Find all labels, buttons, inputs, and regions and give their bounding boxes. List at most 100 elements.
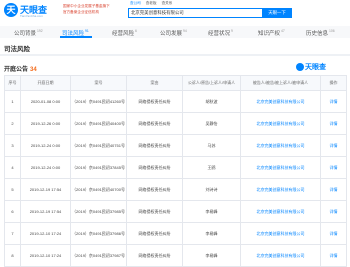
table-row: 6 2019-12-19 17:54 （2019）京0491民初37985号 网…: [4, 200, 347, 223]
table-row: 8 2019-12-10 17:24 （2019）京0491民初37987号 网…: [4, 244, 347, 267]
row-index: 1: [4, 90, 21, 113]
row-date: 2019-12-19 17:54: [20, 200, 71, 223]
row-plaintiff: 李易峰: [182, 222, 241, 245]
fund-badge-line2: 官方备案企业征信机构: [63, 10, 99, 14]
row-detail-link[interactable]: 详情: [320, 244, 347, 267]
row-index: 5: [4, 178, 21, 201]
row-case-no: （2019）京0491民初37987号: [70, 244, 127, 267]
search-tab-boss[interactable]: 查老板: [146, 1, 157, 5]
row-index: 7: [4, 222, 21, 245]
search-tab-relation[interactable]: 查关系: [162, 1, 173, 5]
row-plaintiff: 吴静怡: [182, 112, 241, 135]
row-cause: 网络侵权责任纠纷: [126, 90, 183, 113]
tab-business-status[interactable]: 经营状况9: [208, 29, 233, 37]
table-row: 4 2019-12-24 0:00 （2019）京0491民初37845号 网络…: [4, 156, 347, 179]
tab-label: 历史信息: [306, 31, 329, 37]
search-input[interactable]: 北京完美创意科技有限公司: [128, 8, 262, 18]
tab-label: 经营风险: [112, 31, 135, 37]
row-cause: 网络侵权责任纠纷: [126, 244, 183, 267]
tab-label: 公司背景: [14, 31, 37, 37]
watermark-logo-icon: [296, 63, 304, 72]
col-header-cause: 案由: [126, 75, 183, 91]
row-defendant-link[interactable]: 北京完美创意科技有限公司: [240, 200, 321, 223]
row-defendant-link[interactable]: 北京完美创意科技有限公司: [240, 156, 321, 179]
row-plaintiff: 王鸥: [182, 156, 241, 179]
row-cause: 网络侵权责任纠纷: [126, 222, 183, 245]
row-date: 2019-12-19 17:54: [20, 178, 71, 201]
row-detail-link[interactable]: 详情: [320, 90, 347, 113]
row-detail-link[interactable]: 详情: [320, 178, 347, 201]
search-type-tabs: 查公司 查老板 查关系: [130, 1, 176, 6]
row-date: 2019-12-24 0:00: [20, 134, 71, 157]
row-detail-link[interactable]: 详情: [320, 222, 347, 245]
row-detail-link[interactable]: 详情: [320, 112, 347, 135]
search-button[interactable]: 天眼一下: [262, 8, 292, 18]
tab-operating-risk[interactable]: 经营风险6: [112, 29, 137, 37]
fund-badge-line1: 国家中小企业发展子基金旗下: [63, 4, 110, 8]
row-defendant-link[interactable]: 北京完美创意科技有限公司: [240, 134, 321, 157]
row-date: 2019-12-10 17:24: [20, 244, 71, 267]
court-notice-table: 序号 开庭日期 案号 案由 公诉人/原告/上诉人/申请人 被告人/被告/被上诉人…: [4, 75, 347, 267]
tianyancha-logo-icon[interactable]: 天: [4, 3, 18, 17]
row-case-no: （2019）京0491民初40400号: [70, 112, 127, 135]
notice-count: 34: [30, 67, 37, 73]
row-plaintiff: 李易峰: [182, 200, 241, 223]
col-header-index: 序号: [4, 75, 21, 91]
tab-count: 91: [85, 29, 89, 33]
row-index: 8: [4, 244, 21, 267]
tab-count: 94: [183, 29, 187, 33]
search-tab-company[interactable]: 查公司: [130, 1, 141, 5]
row-cause: 网络侵权责任纠纷: [126, 156, 183, 179]
active-tab-indicator: [60, 36, 92, 38]
row-defendant-link[interactable]: 北京完美创意科技有限公司: [240, 90, 321, 113]
table-row: 5 2019-12-19 17:54 （2019）京0491民初40700号 网…: [4, 178, 347, 201]
row-detail-link[interactable]: 详情: [320, 200, 347, 223]
tab-count: 192: [37, 29, 43, 33]
table-row: 7 2019-12-10 17:24 （2019）京0491民初37986号 网…: [4, 222, 347, 245]
row-index: 6: [4, 200, 21, 223]
row-cause: 网络侵权责任纠纷: [126, 134, 183, 157]
company-tab-nav: 公司背景192 司法风险91 经营风险6 公司发展94 经营状况9 知识产权47…: [0, 26, 350, 38]
table-header-row: 序号 开庭日期 案号 案由 公诉人/原告/上诉人/申请人 被告人/被告/被上诉人…: [4, 75, 347, 91]
row-case-no: （2019）京0491民初37845号: [70, 156, 127, 179]
row-defendant-link[interactable]: 北京完美创意科技有限公司: [240, 112, 321, 135]
site-logo-subtitle: TianYanCha.com: [20, 14, 43, 18]
col-header-action: 操作: [320, 75, 347, 91]
tab-label: 知识产权: [258, 31, 281, 37]
tab-company-background[interactable]: 公司背景192: [14, 29, 43, 37]
site-header: 天 天眼查 TianYanCha.com 国家中小企业发展子基金旗下 官方备案企…: [0, 0, 350, 22]
row-defendant-link[interactable]: 北京完美创意科技有限公司: [240, 244, 321, 267]
row-date: 2019-12-26 0:00: [20, 112, 71, 135]
tab-count: 6: [135, 29, 137, 33]
table-row: 2 2019-12-26 0:00 （2019）京0491民初40400号 网络…: [4, 112, 347, 135]
row-plaintiff: 李易峰: [182, 244, 241, 267]
col-header-case-no: 案号: [70, 75, 127, 91]
row-date: 2020-01-08 0:00: [20, 90, 71, 113]
tab-label: 经营状况: [208, 31, 231, 37]
tab-count: 47: [281, 29, 285, 33]
watermark-logo: 天眼查: [296, 62, 326, 72]
col-header-plaintiff: 公诉人/原告/上诉人/申请人: [182, 75, 241, 91]
tab-company-development[interactable]: 公司发展94: [160, 29, 187, 37]
tab-history-info[interactable]: 历史信息106: [306, 29, 335, 37]
table-row: 1 2020-01-08 0:00 （2019）京0491民初41260号 网络…: [4, 90, 347, 113]
row-cause: 网络侵权责任纠纷: [126, 178, 183, 201]
section-divider: [0, 54, 350, 56]
tab-count: 9: [231, 29, 233, 33]
tab-intellectual-property[interactable]: 知识产权47: [258, 29, 285, 37]
row-defendant-link[interactable]: 北京完美创意科技有限公司: [240, 178, 321, 201]
row-plaintiff: 刘诗诗: [182, 178, 241, 201]
watermark-text: 天眼查: [305, 64, 326, 71]
row-defendant-link[interactable]: 北京完美创意科技有限公司: [240, 222, 321, 245]
row-detail-link[interactable]: 详情: [320, 134, 347, 157]
tab-label: 公司发展: [160, 31, 183, 37]
tab-count: 106: [329, 29, 335, 33]
row-index: 2: [4, 112, 21, 135]
row-index: 4: [4, 156, 21, 179]
row-case-no: （2019）京0491民初37986号: [70, 222, 127, 245]
col-header-date: 开庭日期: [20, 75, 71, 91]
col-header-defendant: 被告人/被告/被上诉人/被申请人: [240, 75, 321, 91]
row-detail-link[interactable]: 详情: [320, 156, 347, 179]
notice-title-text: 开庭公告: [4, 67, 29, 73]
row-cause: 网络侵权责任纠纷: [126, 200, 183, 223]
